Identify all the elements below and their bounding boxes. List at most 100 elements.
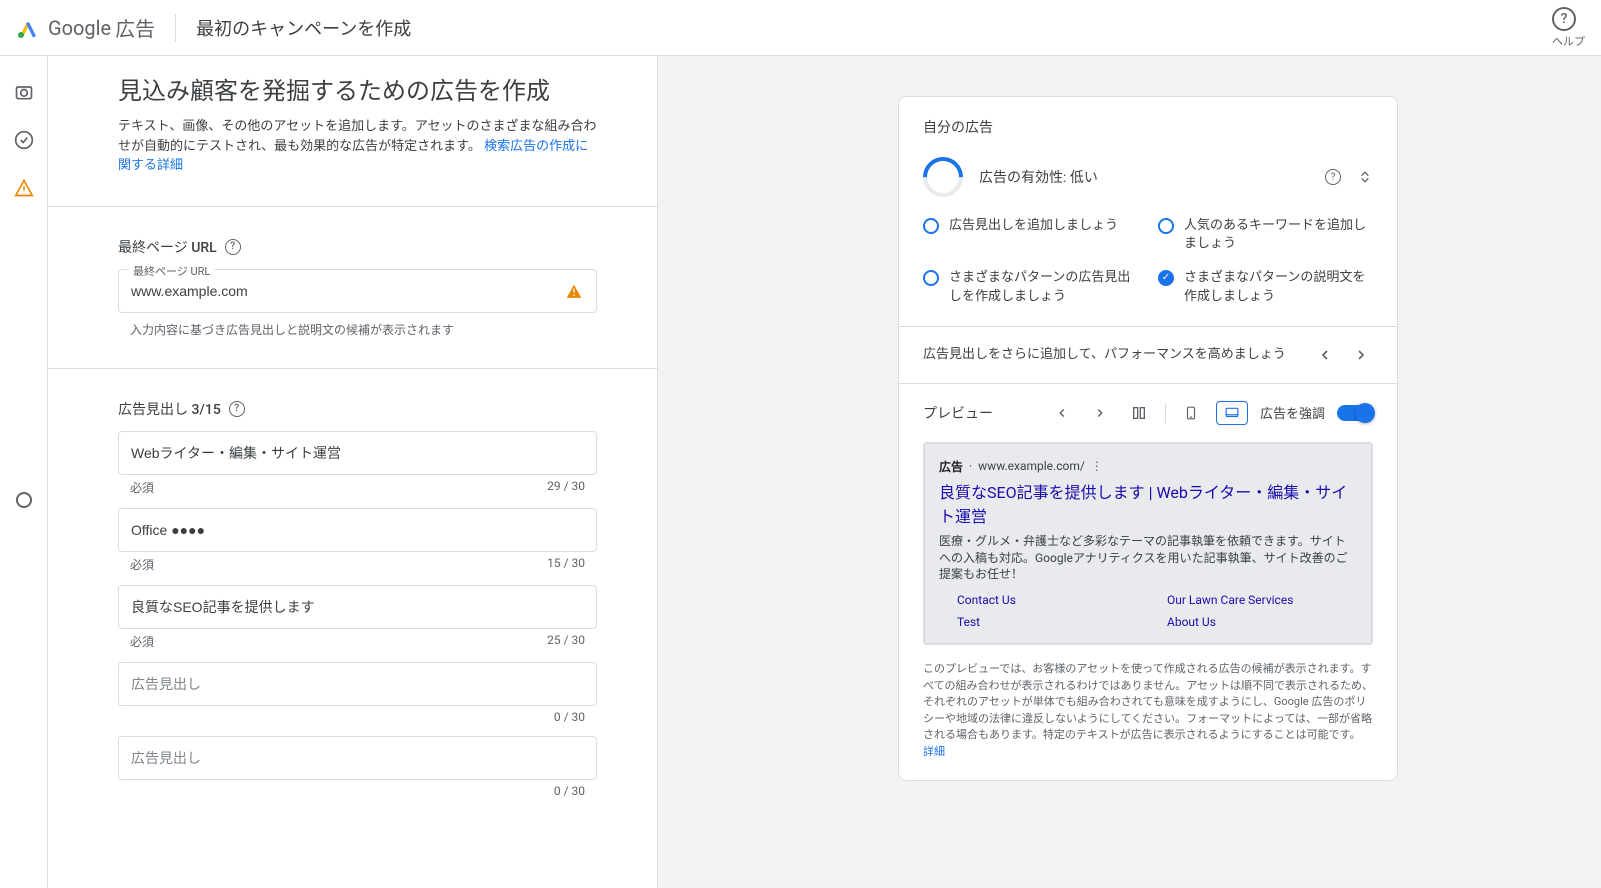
headline-input[interactable] (131, 750, 584, 766)
headline-input-wrap[interactable] (118, 508, 597, 552)
header-separator (175, 14, 176, 42)
headline-char-count: 15 / 30 (547, 556, 585, 573)
final-url-input-wrap[interactable]: 最終ページ URL (118, 269, 597, 313)
google-ads-logo-icon (16, 16, 40, 40)
page-description: テキスト、画像、その他のアセットを追加します。アセットのさまざまな組み合わせが自… (118, 117, 597, 176)
disclaimer-text: このプレビューでは、お客様のアセットを使って作成される広告の候補が表示されます。… (923, 662, 1373, 741)
headline-input-wrap[interactable] (118, 431, 597, 475)
ad-sitelinks: Contact Us Our Lawn Care Services Test Abou… (939, 593, 1357, 629)
headline-required-label: 必須 (130, 556, 154, 573)
headline-input-wrap[interactable] (118, 585, 597, 629)
tip-row: 広告見出しをさらに追加して、パフォーマンスを高めましょう (923, 327, 1373, 383)
logo-suffix: 広告 (115, 13, 155, 42)
panel-title: 自分の広告 (923, 117, 1373, 137)
ad-display-url: www.example.com/ (978, 459, 1085, 473)
emphasize-toggle[interactable] (1337, 405, 1373, 421)
final-url-help-text: 入力内容に基づき広告見出しと説明文の候補が表示されます (118, 321, 597, 338)
final-url-label: 最終ページ URL ? (118, 237, 597, 257)
headline-meta: 必須 29 / 30 (118, 479, 597, 508)
page-heading: 見込み顧客を発掘するための広告を作成 (118, 76, 597, 107)
ad-sitelink: Contact Us (957, 593, 1147, 607)
check-text: 広告見出しを追加しましょう (949, 217, 1118, 253)
rail-step-check-icon[interactable] (12, 128, 36, 152)
right-column: 自分の広告 広告の有効性: 低い ? 広告見出しを追加しましょう 人気のあるキーワ… (658, 56, 1601, 888)
collapse-icon[interactable] (1357, 169, 1373, 185)
section-divider-2 (48, 368, 657, 369)
check-item: 広告見出しを追加しましょう (923, 217, 1138, 253)
headline-input[interactable] (131, 522, 584, 538)
headline-char-count: 29 / 30 (547, 479, 585, 496)
logo-text: Google (48, 16, 111, 40)
warning-icon (564, 281, 584, 301)
headlines-label: 広告見出し 3/15 ? (118, 399, 597, 419)
emphasize-label: 広告を強調 (1260, 403, 1325, 422)
headline-input[interactable] (131, 676, 584, 692)
ad-preview-panel: 自分の広告 広告の有効性: 低い ? 広告見出しを追加しましょう 人気のあるキーワ… (898, 96, 1398, 781)
preview-columns-icon[interactable] (1125, 401, 1153, 425)
ad-strength-help-icon[interactable]: ? (1325, 169, 1341, 185)
headline-char-count: 0 / 30 (554, 710, 585, 724)
final-url-input[interactable] (131, 283, 564, 299)
headline-input-wrap[interactable] (118, 736, 597, 780)
headline-meta: 0 / 30 (118, 710, 597, 736)
checks-grid: 広告見出しを追加しましょう人気のあるキーワードを追加しましょうさまざまなパターン… (923, 217, 1373, 306)
rail-step-pending-icon[interactable] (16, 492, 32, 508)
rail-step-warning-icon[interactable] (12, 176, 36, 200)
check-text: さまざまなパターンの説明文を作成しましょう (1184, 269, 1373, 305)
headline-input-wrap[interactable] (118, 662, 597, 706)
section-divider (48, 206, 657, 207)
final-url-help-icon[interactable]: ? (225, 239, 241, 255)
preview-mobile-icon[interactable] (1178, 400, 1204, 426)
check-text: さまざまなパターンの広告見出しを作成しましょう (949, 269, 1138, 305)
ad-sitelink: Test (957, 615, 1147, 629)
ad-more-icon: ⋮ (1091, 459, 1103, 473)
headline-required-label: 必須 (130, 479, 154, 496)
disclaimer-link[interactable]: 詳細 (923, 745, 945, 758)
ad-sitelink: Our Lawn Care Services (1167, 593, 1357, 607)
check-text: 人気のあるキーワードを追加しましょう (1184, 217, 1373, 253)
tip-next-icon[interactable] (1349, 343, 1373, 367)
check-item: 人気のあるキーワードを追加しましょう (1158, 217, 1373, 253)
ad-preview-description: 医療・グルメ・弁護士など多彩なテーマの記事執筆を依頼できます。サイトへの入稿も対… (939, 533, 1357, 583)
help-button[interactable]: ? ヘルプ (1552, 7, 1585, 49)
ad-strength-row: 広告の有効性: 低い ? (923, 157, 1373, 197)
preview-prev-icon[interactable] (1049, 402, 1075, 424)
check-pending-icon (1158, 218, 1174, 234)
preview-disclaimer: このプレビューでは、お客様のアセットを使って作成される広告の候補が表示されます。… (923, 661, 1373, 760)
preview-label: プレビュー (923, 403, 1037, 423)
check-item: ✓ さまざまなパターンの説明文を作成しましょう (1158, 269, 1373, 305)
check-done-icon: ✓ (1158, 270, 1174, 286)
ad-preview-headline: 良質なSEO記事を提供します | Webライター・編集・サイト運営 (939, 479, 1357, 527)
ad-badge: 広告 (939, 458, 963, 475)
headline-input[interactable] (131, 445, 584, 461)
preview-desktop-icon[interactable] (1216, 401, 1248, 425)
content-column: 見込み顧客を発掘するための広告を作成 テキスト、画像、その他のアセットを追加しま… (48, 56, 658, 888)
headline-meta: 必須 15 / 30 (118, 556, 597, 585)
header-title: 最初のキャンペーンを作成 (196, 15, 411, 41)
check-item: さまざまなパターンの広告見出しを作成しましょう (923, 269, 1138, 305)
check-pending-icon (923, 270, 939, 286)
headlines-help-icon[interactable]: ? (229, 401, 245, 417)
ad-preview-url-row: 広告 · www.example.com/ ⋮ (939, 458, 1357, 475)
ad-preview: 広告 · www.example.com/ ⋮ 良質なSEO記事を提供します |… (923, 442, 1373, 645)
ad-strength-ring-icon (923, 157, 963, 197)
ad-strength-text: 広告の有効性: 低い (979, 167, 1309, 187)
headline-meta: 必須25 / 30 (118, 633, 597, 662)
help-label: ヘルプ (1552, 33, 1585, 49)
headline-required-label: 必須 (130, 633, 154, 650)
preview-next-icon[interactable] (1087, 402, 1113, 424)
ad-sitelink: About Us (1167, 615, 1357, 629)
tip-prev-icon[interactable] (1313, 343, 1337, 367)
preview-separator (1165, 403, 1166, 423)
headline-input[interactable] (131, 599, 584, 615)
headlines-label-text: 広告見出し 3/15 (118, 399, 221, 419)
left-rail (0, 56, 48, 888)
headline-char-count: 0 / 30 (554, 784, 585, 798)
preview-bar: プレビュー 広告を強調 (923, 384, 1373, 442)
tip-text: 広告見出しをさらに追加して、パフォーマンスを高めましょう (923, 346, 1301, 364)
headline-meta: 0 / 30 (118, 784, 597, 810)
rail-step-camera-icon[interactable] (12, 80, 36, 104)
final-url-label-text: 最終ページ URL (118, 237, 217, 257)
final-url-float-label: 最終ページ URL (129, 263, 214, 279)
help-icon: ? (1552, 7, 1576, 31)
